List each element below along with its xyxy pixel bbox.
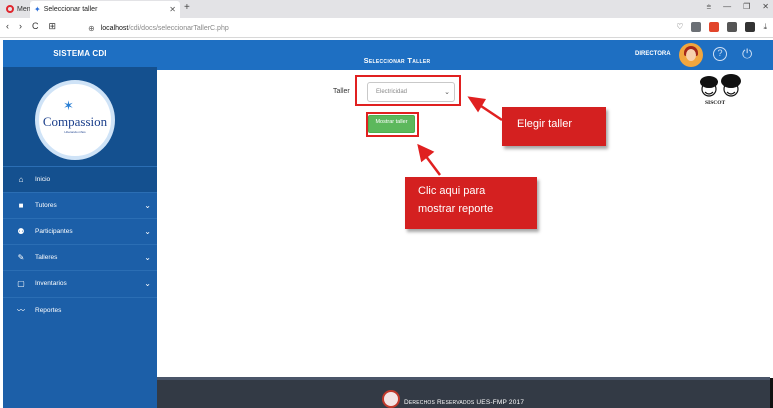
callout-elegir-text: Elegir taller bbox=[517, 118, 573, 130]
callout-clic-line1: Clic aqui para bbox=[418, 185, 486, 197]
footer-text: Derechos Reservados UES-FMP 2017 bbox=[404, 399, 525, 406]
callout-clic-aqui: Clic aqui para mostrar reporte bbox=[405, 177, 537, 229]
siscot-label: SISCOT bbox=[705, 100, 726, 106]
callout-elegir-taller: Elegir taller bbox=[502, 107, 606, 146]
ues-seal-icon bbox=[382, 390, 400, 408]
annotation-arrows bbox=[417, 96, 503, 176]
arrow-clic bbox=[417, 143, 441, 176]
arrow-elegir bbox=[467, 96, 503, 122]
footer: Derechos Reservados UES-FMP 2017 bbox=[157, 377, 770, 408]
callout-clic-line2: mostrar reporte bbox=[418, 203, 494, 215]
